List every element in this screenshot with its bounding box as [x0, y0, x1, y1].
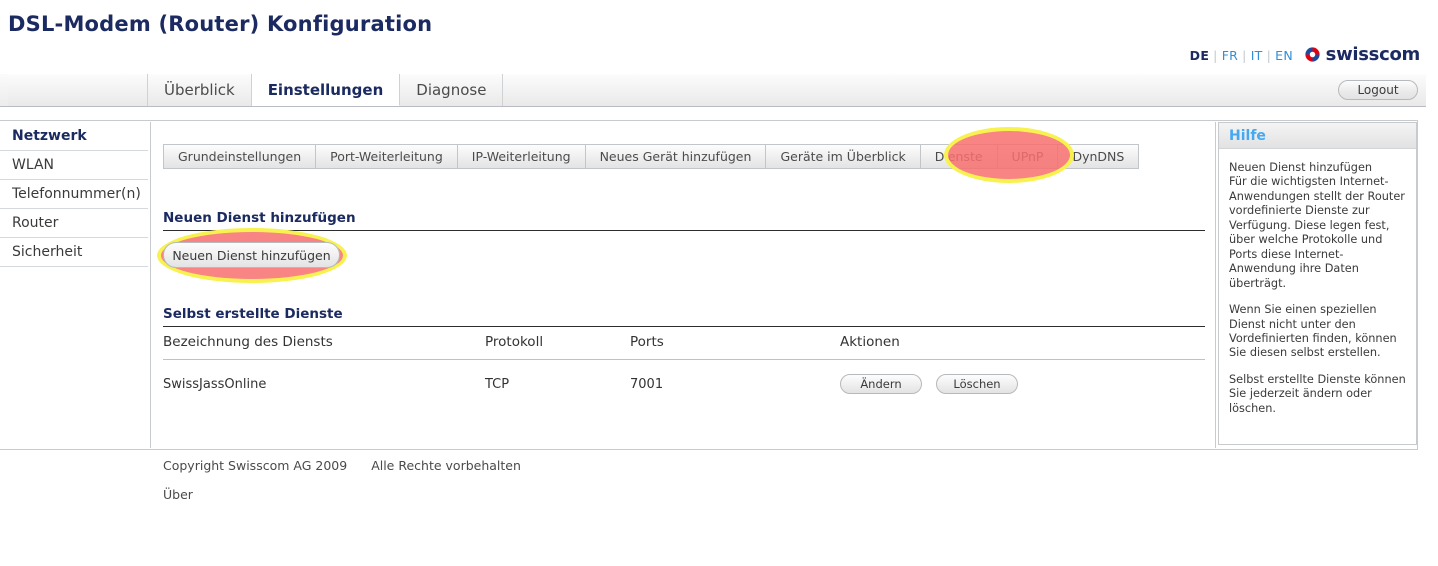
delete-service-button[interactable]: Löschen — [936, 374, 1018, 394]
cell-service-protocol: TCP — [485, 360, 630, 395]
nav-left-spacer — [8, 74, 148, 106]
services-list-section-title: Selbst erstellte Dienste — [163, 306, 343, 322]
add-service-section-title: Neuen Dienst hinzufügen — [163, 210, 356, 226]
nav-right-filler — [503, 74, 1426, 106]
column-header-protocol: Protokoll — [485, 334, 630, 360]
sidebar-item-wlan[interactable]: WLAN — [0, 151, 148, 180]
sidebar: Netzwerk WLAN Telefonnummer(n) Router Si… — [0, 122, 148, 267]
column-header-name: Bezeichnung des Diensts — [163, 334, 485, 360]
subtab-neues-geraet-hinzufuegen[interactable]: Neues Gerät hinzufügen — [586, 144, 767, 169]
footer-about-link[interactable]: Über — [163, 487, 521, 502]
language-en[interactable]: EN — [1274, 48, 1294, 63]
table-row: SwissJassOnline TCP 7001 Ändern Löschen — [163, 360, 1205, 395]
language-it[interactable]: IT — [1250, 48, 1264, 63]
row-action-group: Ändern Löschen — [840, 374, 1205, 394]
cell-service-ports: 7001 — [630, 360, 840, 395]
language-de[interactable]: DE — [1189, 48, 1211, 63]
help-panel: Hilfe Neuen Dienst hinzufügenFür die wic… — [1218, 122, 1417, 445]
edit-service-button[interactable]: Ändern — [840, 374, 922, 394]
tab-diagnose[interactable]: Diagnose — [400, 74, 503, 106]
subtab-geraete-im-ueberblick[interactable]: Geräte im Überblick — [766, 144, 920, 169]
column-header-actions: Aktionen — [840, 334, 1205, 360]
subtab-dienste[interactable]: Dienste — [921, 144, 998, 169]
subtab-dyndns[interactable]: DynDNS — [1058, 144, 1139, 169]
main-navigation-tabs: Überblick Einstellungen Diagnose — [8, 74, 1426, 106]
tab-einstellungen[interactable]: Einstellungen — [252, 74, 401, 106]
column-header-ports: Ports — [630, 334, 840, 360]
page-title: DSL-Modem (Router) Konfiguration — [8, 12, 432, 36]
services-table: Bezeichnung des Diensts Protokoll Ports … — [163, 334, 1205, 394]
logout-button[interactable]: Logout — [1338, 80, 1418, 100]
content-panel: Grundeinstellungen Port-Weiterleitung IP… — [150, 122, 1216, 448]
help-heading: Neuen Dienst hinzufügen — [1229, 161, 1406, 175]
help-panel-title: Hilfe — [1219, 123, 1416, 149]
sidebar-item-sicherheit[interactable]: Sicherheit — [0, 238, 148, 267]
brand-wordmark: swisscom — [1326, 44, 1420, 65]
tab-uberblick[interactable]: Überblick — [148, 74, 252, 106]
router-config-page: DSL-Modem (Router) Konfiguration DE|FR|I… — [0, 0, 1438, 566]
sidebar-item-telefonnummern[interactable]: Telefonnummer(n) — [0, 180, 148, 209]
help-text-1: Für die wichtigsten Internet-Anwendungen… — [1229, 175, 1405, 289]
footer: Copyright Swisscom AG 2009 Alle Rechte v… — [163, 458, 521, 502]
cell-service-name: SwissJassOnline — [163, 360, 485, 395]
language-fr[interactable]: FR — [1221, 48, 1239, 63]
footer-copyright: Copyright Swisscom AG 2009 — [163, 458, 347, 473]
sub-tab-bar: Grundeinstellungen Port-Weiterleitung IP… — [163, 144, 1139, 169]
help-text-3: Selbst erstellte Dienste können Sie jede… — [1229, 373, 1406, 416]
language-separator: | — [1239, 48, 1250, 63]
swisscom-logo: swisscom — [1304, 44, 1420, 65]
footer-rights: Alle Rechte vorbehalten — [371, 458, 521, 473]
divider-list-section — [163, 326, 1205, 327]
subtab-ip-weiterleitung[interactable]: IP-Weiterleitung — [458, 144, 586, 169]
table-header-row: Bezeichnung des Diensts Protokoll Ports … — [163, 334, 1205, 360]
language-selector: DE|FR|IT|EN — [1189, 48, 1294, 63]
swisscom-lifebuoy-icon — [1304, 46, 1321, 63]
language-separator: | — [1264, 48, 1275, 63]
help-panel-body: Neuen Dienst hinzufügenFür die wichtigst… — [1219, 149, 1416, 416]
divider-add-section — [163, 230, 1205, 231]
cell-service-actions: Ändern Löschen — [840, 360, 1205, 395]
help-paragraph-1: Neuen Dienst hinzufügenFür die wichtigst… — [1229, 161, 1406, 291]
language-separator: | — [1210, 48, 1221, 63]
subtab-port-weiterleitung[interactable]: Port-Weiterleitung — [316, 144, 458, 169]
sidebar-item-router[interactable]: Router — [0, 209, 148, 238]
subtab-upnp[interactable]: UPnP — [998, 144, 1059, 169]
sidebar-item-netzwerk[interactable]: Netzwerk — [0, 122, 148, 151]
subtab-grundeinstellungen[interactable]: Grundeinstellungen — [163, 144, 316, 169]
help-text-2: Wenn Sie einen speziellen Dienst nicht u… — [1229, 303, 1406, 361]
footer-copyright-row: Copyright Swisscom AG 2009 Alle Rechte v… — [163, 458, 521, 473]
add-service-button[interactable]: Neuen Dienst hinzufügen — [163, 242, 340, 268]
